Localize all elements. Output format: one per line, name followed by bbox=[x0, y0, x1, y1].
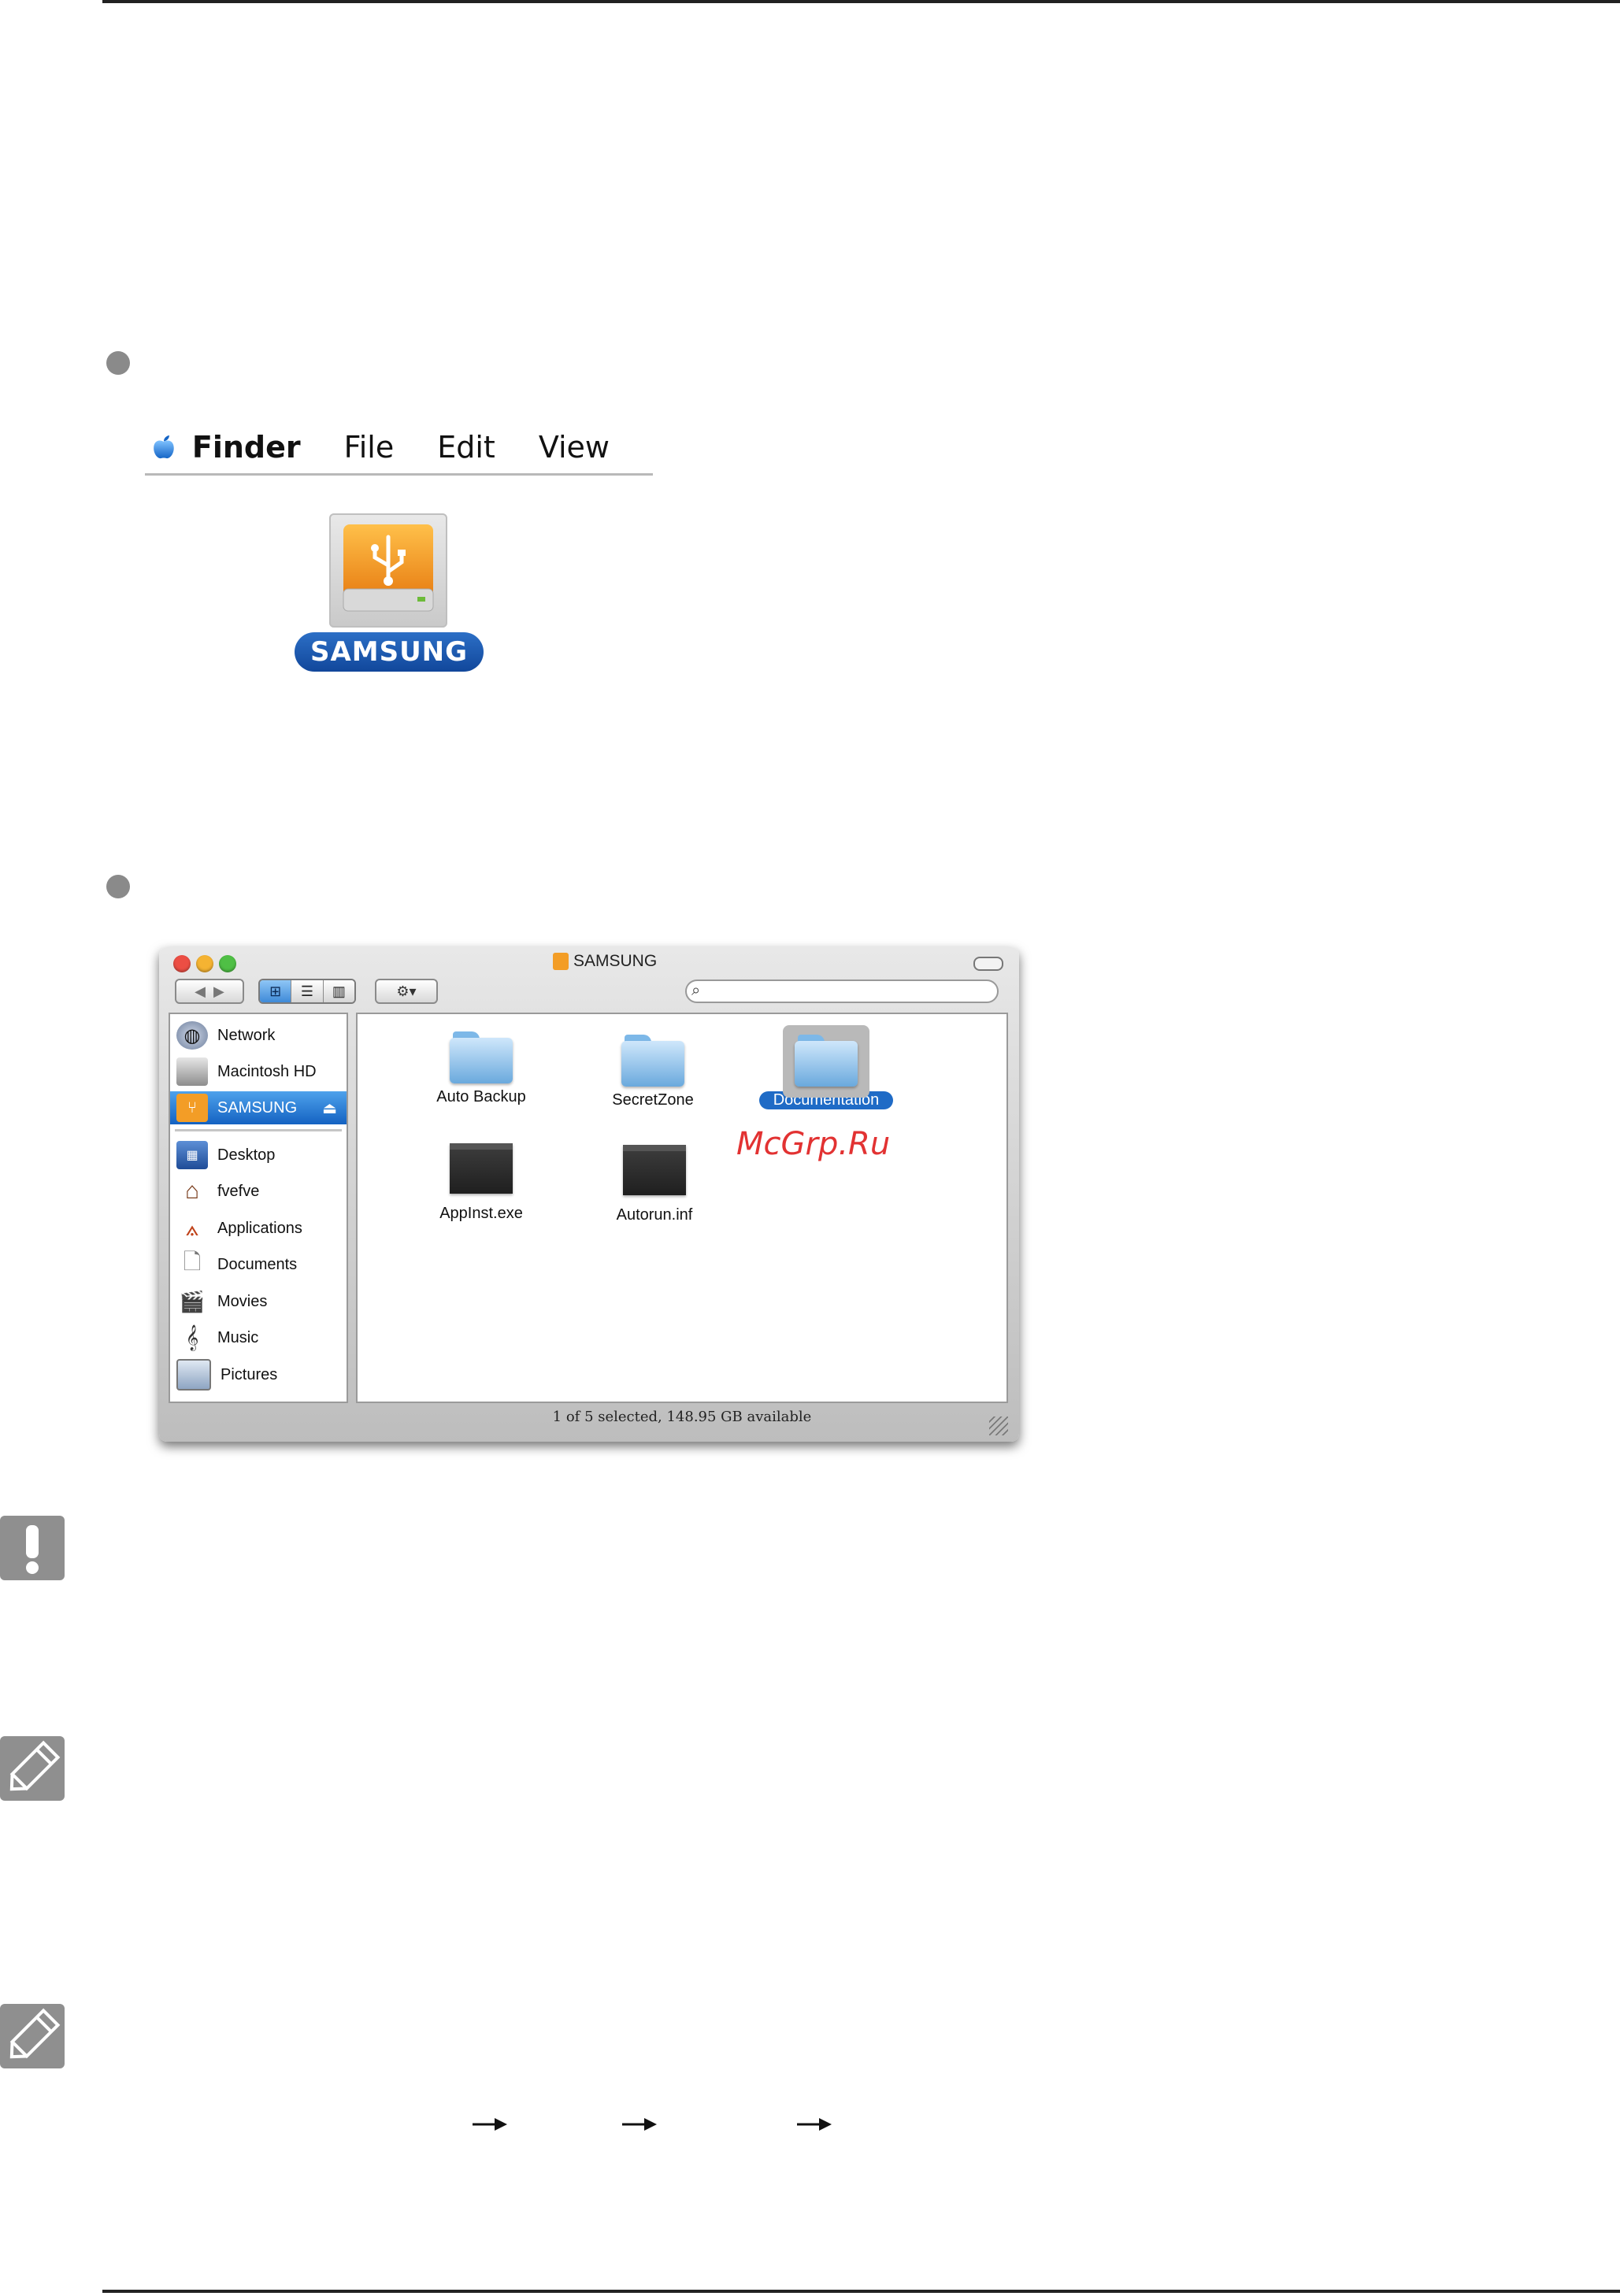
sidebar-divider bbox=[175, 1129, 342, 1131]
note-pencil-icon bbox=[0, 1736, 65, 1801]
arrow-right-icon bbox=[473, 2118, 507, 2131]
home-icon: ⌂ bbox=[184, 1178, 200, 1204]
column-view-icon[interactable]: ▥ bbox=[323, 980, 354, 1002]
note-pencil-icon bbox=[0, 2004, 65, 2068]
file-item-documentation[interactable]: Documentation bbox=[751, 1025, 901, 1109]
sidebar-item-label: Applications bbox=[217, 1219, 302, 1237]
back-arrow-icon[interactable]: ◀ bbox=[195, 983, 206, 1000]
sidebar-item-documents[interactable]: 🗋 Documents bbox=[170, 1248, 347, 1281]
sidebar-item-applications[interactable]: ⟑ Applications bbox=[170, 1212, 347, 1245]
arrow-right-icon bbox=[797, 2118, 832, 2131]
file-item-autorun[interactable]: Autorun.inf bbox=[580, 1145, 729, 1224]
warning-icon bbox=[0, 1516, 65, 1580]
usb-drive-icon bbox=[343, 524, 434, 612]
resize-grip-icon[interactable] bbox=[989, 1416, 1008, 1435]
file-label: SecretZone bbox=[612, 1091, 694, 1109]
desktop-icon: ▦ bbox=[176, 1141, 208, 1169]
hard-drive-icon bbox=[176, 1057, 208, 1086]
sidebar-item-home[interactable]: ⌂ fvefve bbox=[170, 1175, 347, 1208]
search-field[interactable]: ⌕ bbox=[685, 980, 999, 1003]
sidebar-item-label: Documents bbox=[217, 1255, 298, 1273]
gear-icon: ⚙▾ bbox=[396, 983, 417, 999]
samsung-drive-icon[interactable] bbox=[329, 513, 447, 628]
file-item-appinst[interactable]: AppInst.exe bbox=[406, 1143, 556, 1223]
folder-icon bbox=[621, 1031, 684, 1087]
list-view-icon[interactable]: ☰ bbox=[291, 980, 324, 1002]
sidebar-item-samsung[interactable]: ⑂ SAMSUNG ⏏ bbox=[170, 1091, 347, 1124]
folder-icon bbox=[795, 1031, 858, 1087]
status-bar: 1 of 5 selected, 148.95 GB available bbox=[552, 1409, 812, 1425]
drive-name-label[interactable]: SAMSUNG bbox=[295, 632, 484, 672]
file-label: Auto Backup bbox=[436, 1088, 526, 1105]
finder-sidebar: ◍ Network Macintosh HD ⑂ SAMSUNG ⏏ ▦ Des… bbox=[169, 1013, 348, 1403]
eject-icon[interactable]: ⏏ bbox=[322, 1098, 337, 1118]
sidebar-item-label: SAMSUNG bbox=[217, 1098, 298, 1117]
icon-view-icon[interactable]: ⊞ bbox=[260, 980, 292, 1002]
sidebar-item-label: fvefve bbox=[217, 1182, 260, 1200]
apple-logo-icon bbox=[154, 435, 174, 459]
sidebar-item-label: Macintosh HD bbox=[217, 1062, 317, 1080]
forward-arrow-icon[interactable]: ▶ bbox=[213, 983, 224, 1000]
finder-window: SAMSUNG ◀ ▶ ⊞ ☰ ▥ ⚙▾ ⌕ ◍ Network Macinto… bbox=[159, 947, 1019, 1442]
file-item-secretzone[interactable]: SecretZone bbox=[578, 1031, 728, 1109]
finder-menu-bar: Finder File Edit View bbox=[145, 421, 653, 476]
sidebar-item-pictures[interactable]: Pictures bbox=[170, 1358, 347, 1391]
arrow-right-icon bbox=[622, 2118, 657, 2131]
sidebar-item-movies[interactable]: 🎬 Movies bbox=[170, 1285, 347, 1318]
finder-content-area: Auto Backup SecretZone Documentation App… bbox=[356, 1013, 1008, 1403]
step-bullet-1 bbox=[106, 351, 130, 375]
executable-icon bbox=[450, 1143, 513, 1194]
menu-view[interactable]: View bbox=[539, 430, 610, 465]
file-item-auto-backup[interactable]: Auto Backup bbox=[406, 1028, 556, 1106]
documents-icon: 🗋 bbox=[183, 1250, 202, 1274]
sidebar-item-music[interactable]: 𝄞 Music bbox=[170, 1321, 347, 1354]
action-menu-button[interactable]: ⚙▾ bbox=[375, 979, 438, 1004]
sidebar-item-label: Movies bbox=[217, 1292, 268, 1310]
sidebar-item-desktop[interactable]: ▦ Desktop bbox=[170, 1139, 347, 1172]
step-bullet-2 bbox=[106, 875, 130, 898]
top-rule bbox=[102, 0, 1620, 3]
executable-icon bbox=[623, 1145, 686, 1195]
sidebar-item-label: Network bbox=[217, 1026, 276, 1044]
menu-finder[interactable]: Finder bbox=[192, 430, 301, 465]
applications-icon: ⟑ bbox=[185, 1215, 199, 1240]
sidebar-item-label: Pictures bbox=[221, 1365, 278, 1383]
close-button[interactable] bbox=[173, 955, 191, 972]
sidebar-item-network[interactable]: ◍ Network bbox=[170, 1019, 347, 1052]
toolbar-toggle-button[interactable] bbox=[973, 957, 1003, 971]
window-title: SAMSUNG bbox=[553, 952, 657, 971]
file-label: Autorun.inf bbox=[616, 1206, 693, 1224]
sidebar-item-macintosh-hd[interactable]: Macintosh HD bbox=[170, 1055, 347, 1088]
sidebar-item-label: Desktop bbox=[217, 1146, 276, 1164]
search-icon: ⌕ bbox=[691, 982, 701, 999]
watermark: McGrp.Ru bbox=[736, 1126, 891, 1162]
network-icon: ◍ bbox=[176, 1021, 208, 1050]
minimize-button[interactable] bbox=[196, 955, 213, 972]
pictures-icon bbox=[176, 1359, 211, 1391]
bottom-rule bbox=[102, 2290, 1620, 2293]
music-icon: 𝄞 bbox=[185, 1324, 199, 1350]
folder-icon bbox=[450, 1028, 513, 1083]
window-title-text: SAMSUNG bbox=[573, 952, 658, 970]
menu-file[interactable]: File bbox=[344, 430, 395, 465]
finder-title-bar: SAMSUNG bbox=[159, 947, 1019, 974]
usb-drive-icon: ⑂ bbox=[176, 1094, 208, 1122]
usb-drive-small-icon bbox=[553, 953, 569, 970]
sidebar-item-label: Music bbox=[217, 1328, 259, 1346]
menu-edit[interactable]: Edit bbox=[437, 430, 495, 465]
zoom-button[interactable] bbox=[219, 955, 236, 972]
view-mode-control[interactable]: ⊞ ☰ ▥ bbox=[258, 979, 356, 1004]
file-label: AppInst.exe bbox=[439, 1205, 523, 1222]
movies-icon: 🎬 bbox=[179, 1289, 206, 1313]
back-forward-buttons[interactable]: ◀ ▶ bbox=[175, 979, 244, 1004]
